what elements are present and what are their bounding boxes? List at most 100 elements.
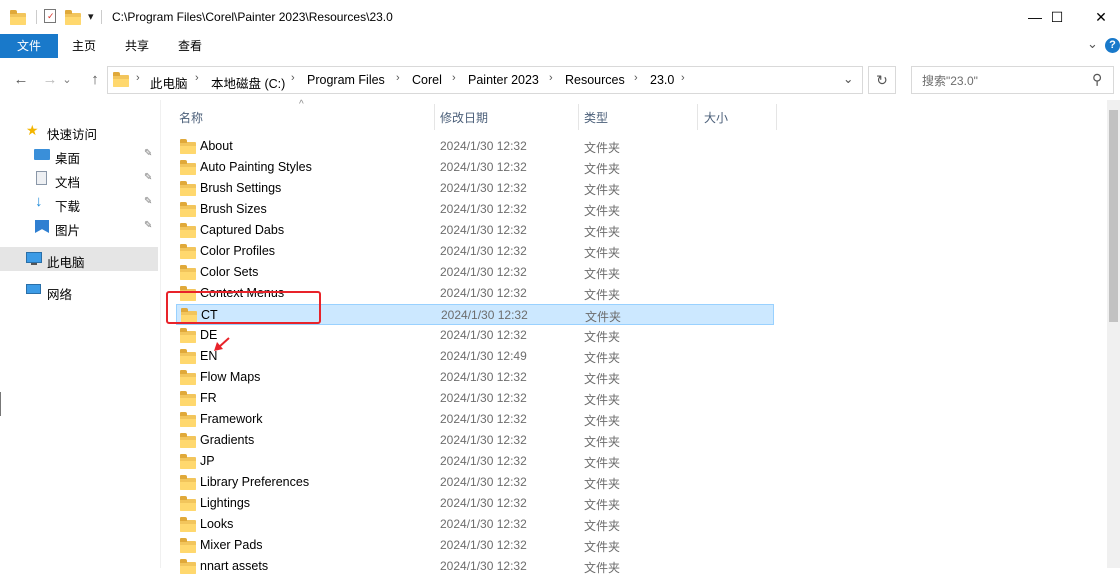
crumb-program-files[interactable]: Program Files [307,73,385,87]
pin-icon[interactable]: ✎ [144,172,152,183]
file-name[interactable]: Color Sets [200,265,258,279]
column-header-name[interactable]: 名称 [179,109,203,126]
scrollbar-thumb[interactable] [1109,110,1118,322]
file-name[interactable]: Brush Settings [200,181,281,195]
folder-icon [180,265,196,280]
table-row[interactable]: Brush Sizes 2024/1/30 12:32 文件夹 [176,199,774,220]
pin-icon[interactable]: ✎ [144,148,152,159]
table-row[interactable]: Captured Dabs 2024/1/30 12:32 文件夹 [176,220,774,241]
column-divider[interactable] [434,104,435,130]
file-name[interactable]: Mixer Pads [200,538,263,552]
document-icon [36,171,47,185]
sidebar-item-downloads[interactable]: ↓ 下载 ✎ [0,192,158,214]
recent-locations-icon[interactable]: ⌄ [60,68,74,92]
search-box[interactable]: ⚲ [911,66,1114,94]
forward-button[interactable]: → [38,68,62,92]
chevron-right-icon[interactable]: › [634,72,638,84]
file-name[interactable]: Looks [200,517,233,531]
file-name[interactable]: Auto Painting Styles [200,160,312,174]
table-row[interactable]: EN 2024/1/30 12:49 文件夹 [176,346,774,367]
chevron-right-icon[interactable]: › [396,72,400,84]
crumb-painter-2023[interactable]: Painter 2023 [468,73,539,87]
folder-icon [180,349,196,364]
table-row[interactable]: nnart assets 2024/1/30 12:32 文件夹 [176,556,774,577]
table-row[interactable]: Flow Maps 2024/1/30 12:32 文件夹 [176,367,774,388]
crumb-corel[interactable]: Corel [412,73,442,87]
pin-icon[interactable]: ✎ [144,196,152,207]
ribbon-expand-icon[interactable]: ⌄ [1087,36,1098,52]
tab-file[interactable]: 文件 [0,34,58,58]
refresh-button[interactable]: ↻ [868,66,896,94]
up-button[interactable]: ↑ [83,68,107,92]
sidebar-item-this-pc[interactable]: 此电脑 [0,247,158,271]
sidebar-item-desktop[interactable]: 桌面 ✎ [0,144,158,166]
sidebar-item-quick-access[interactable]: ★ 快速访问 [0,120,158,142]
crumb-local-disk[interactable]: 本地磁盘 (C:) [211,73,285,92]
file-name[interactable]: Captured Dabs [200,223,284,237]
chevron-right-icon[interactable]: › [452,72,456,84]
crumb-23-0[interactable]: 23.0 [650,73,674,87]
sidebar-item-network[interactable]: 网络 [0,280,158,302]
column-header-type[interactable]: 类型 [584,109,608,126]
file-name[interactable]: About [200,139,233,153]
table-row[interactable]: DE 2024/1/30 12:32 文件夹 [176,325,774,346]
file-name[interactable]: Brush Sizes [200,202,267,216]
file-name[interactable]: FR [200,391,217,405]
column-divider[interactable] [697,104,698,130]
column-header-size[interactable]: 大小 [704,109,728,126]
chevron-right-icon[interactable]: › [681,72,685,84]
table-row[interactable]: Color Sets 2024/1/30 12:32 文件夹 [176,262,774,283]
back-button[interactable]: ← [9,68,33,92]
tab-home[interactable]: 主页 [62,34,106,58]
tab-share[interactable]: 共享 [115,34,159,58]
file-date: 2024/1/30 12:32 [440,475,527,489]
address-bar[interactable]: › 此电脑 › 本地磁盘 (C:) › Program Files › Core… [107,66,863,94]
table-row[interactable]: Lightings 2024/1/30 12:32 文件夹 [176,493,774,514]
file-name[interactable]: Library Preferences [200,475,309,489]
file-name[interactable]: JP [200,454,215,468]
help-icon[interactable]: ? [1105,38,1120,53]
file-name[interactable]: Flow Maps [200,370,260,384]
table-row[interactable]: Library Preferences 2024/1/30 12:32 文件夹 [176,472,774,493]
table-row[interactable]: Looks 2024/1/30 12:32 文件夹 [176,514,774,535]
sidebar-item-label: 桌面 [55,152,81,166]
file-name[interactable]: nnart assets [200,559,268,573]
table-row[interactable]: Framework 2024/1/30 12:32 文件夹 [176,409,774,430]
table-row[interactable]: FR 2024/1/30 12:32 文件夹 [176,388,774,409]
sidebar-item-pictures[interactable]: 图片 ✎ [0,216,158,238]
table-row[interactable]: About 2024/1/30 12:32 文件夹 [176,136,774,157]
column-divider[interactable] [578,104,579,130]
tab-view[interactable]: 查看 [168,34,212,58]
pin-icon[interactable]: ✎ [144,220,152,231]
new-folder-icon[interactable] [65,10,81,25]
file-name[interactable]: Lightings [200,496,250,510]
address-dropdown-icon[interactable]: ⌄ [843,71,853,86]
table-row[interactable]: Mixer Pads 2024/1/30 12:32 文件夹 [176,535,774,556]
table-row[interactable]: Brush Settings 2024/1/30 12:32 文件夹 [176,178,774,199]
table-row[interactable]: Gradients 2024/1/30 12:32 文件夹 [176,430,774,451]
file-name[interactable]: Gradients [200,433,254,447]
qat-dropdown-icon[interactable]: ▾ [88,10,94,23]
search-input[interactable] [920,72,1089,90]
table-row[interactable]: Color Profiles 2024/1/30 12:32 文件夹 [176,241,774,262]
table-row[interactable]: JP 2024/1/30 12:32 文件夹 [176,451,774,472]
file-name[interactable]: Framework [200,412,263,426]
file-name[interactable]: Color Profiles [200,244,275,258]
chevron-right-icon[interactable]: › [291,72,295,84]
file-date: 2024/1/30 12:32 [440,328,527,342]
chevron-right-icon[interactable]: › [195,72,199,84]
sidebar-item-documents[interactable]: 文档 ✎ [0,168,158,190]
chevron-right-icon[interactable]: › [549,72,553,84]
crumb-resources[interactable]: Resources [565,73,625,87]
table-row[interactable]: Auto Painting Styles 2024/1/30 12:32 文件夹 [176,157,774,178]
properties-icon[interactable]: ✓ [44,9,56,23]
maximize-button[interactable]: ☐ [1034,0,1080,34]
file-type: 文件夹 [584,351,621,365]
search-icon[interactable]: ⚲ [1092,71,1102,88]
column-header-date[interactable]: 修改日期 [440,109,488,126]
crumb-this-pc[interactable]: 此电脑 [150,73,188,92]
close-button[interactable]: ✕ [1078,0,1120,34]
pane-divider[interactable] [160,100,161,568]
column-divider[interactable] [776,104,777,130]
sidebar-item-label: 图片 [55,224,81,238]
